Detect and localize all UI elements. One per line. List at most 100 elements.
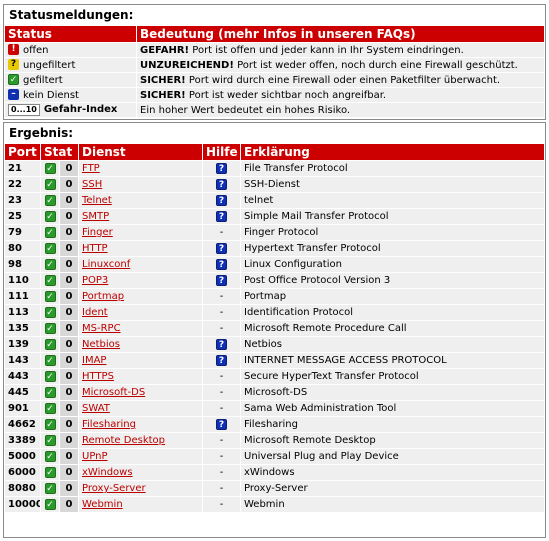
port-number: 443: [5, 369, 40, 384]
status-cell: ✓: [41, 497, 59, 512]
legend-status-label: ungefiltert: [23, 59, 76, 71]
table-row: 901 ✓ 0 SWAT - Sama Web Administration Tool: [5, 401, 544, 416]
status-cell: ✓: [41, 241, 59, 256]
service-link[interactable]: Microsoft-DS: [82, 387, 145, 398]
check-icon: ✓: [44, 194, 56, 206]
check-icon: ✓: [44, 162, 56, 174]
question-icon: ?: [8, 59, 19, 71]
service-link[interactable]: IMAP: [82, 355, 106, 366]
service-link[interactable]: HTTPS: [82, 371, 114, 382]
service-description: Proxy-Server: [241, 481, 544, 496]
status-cell: ✓: [41, 465, 59, 480]
service-link[interactable]: Portmap: [82, 291, 124, 302]
help-cell: -: [203, 433, 240, 448]
danger-index-value: 0: [60, 321, 78, 336]
legend-status-label: offen: [23, 44, 49, 56]
service-cell: Finger: [79, 225, 202, 240]
service-cell: SWAT: [79, 401, 202, 416]
help-icon[interactable]: ?: [216, 194, 227, 206]
service-cell: Ident: [79, 305, 202, 320]
table-row: 80 ✓ 0 HTTP? Hypertext Transfer Protocol: [5, 241, 544, 256]
service-link[interactable]: MS-RPC: [82, 323, 121, 334]
service-link[interactable]: Webmin: [82, 499, 123, 510]
check-icon: ✓: [44, 210, 56, 222]
service-link[interactable]: Linuxconf: [82, 259, 130, 270]
status-cell: ✓: [41, 273, 59, 288]
status-legend-table: Status Bedeutung (mehr Infos in unseren …: [4, 25, 545, 118]
port-number: 80: [5, 241, 40, 256]
help-cell: ?: [203, 241, 240, 256]
legend-verdict: SICHER!: [140, 89, 186, 101]
danger-index-value: 0: [60, 161, 78, 176]
status-panel-title: Statusmeldungen:: [9, 8, 134, 22]
status-cell: ✓: [41, 481, 59, 496]
service-description: Hypertext Transfer Protocol: [241, 241, 544, 256]
service-link[interactable]: Telnet: [82, 195, 112, 206]
no-help-dash: -: [219, 451, 224, 462]
service-link[interactable]: UPnP: [82, 451, 108, 462]
legend-status-cell: ! offen: [5, 43, 136, 57]
help-icon[interactable]: ?: [216, 338, 227, 350]
table-row: 21 ✓ 0 FTP? File Transfer Protocol: [5, 161, 544, 176]
danger-index-value: 0: [60, 449, 78, 464]
port-number: 139: [5, 337, 40, 352]
service-link[interactable]: Finger: [82, 227, 113, 238]
help-icon[interactable]: ?: [216, 354, 227, 366]
help-icon[interactable]: ?: [216, 258, 227, 270]
service-link[interactable]: FTP: [82, 163, 100, 174]
check-icon: ✓: [44, 370, 56, 382]
status-cell: ✓: [41, 321, 59, 336]
port-number: 3389: [5, 433, 40, 448]
service-link[interactable]: SWAT: [82, 403, 110, 414]
help-cell: -: [203, 385, 240, 400]
port-number: 110: [5, 273, 40, 288]
help-icon[interactable]: ?: [216, 418, 227, 430]
help-cell: -: [203, 465, 240, 480]
no-help-dash: -: [219, 387, 224, 398]
legend-verdict: UNZUREICHEND!: [140, 59, 234, 71]
help-icon[interactable]: ?: [216, 210, 227, 222]
service-link[interactable]: Remote Desktop: [82, 435, 165, 446]
service-link[interactable]: Filesharing: [82, 419, 136, 430]
service-description: File Transfer Protocol: [241, 161, 544, 176]
danger-index-value: 0: [60, 257, 78, 272]
danger-index-value: 0: [60, 481, 78, 496]
service-link[interactable]: xWindows: [82, 467, 133, 478]
service-cell: Portmap: [79, 289, 202, 304]
service-link[interactable]: SMTP: [82, 211, 109, 222]
legend-verdict: SICHER!: [140, 74, 186, 86]
table-row: 135 ✓ 0 MS-RPC - Microsoft Remote Procedure C…: [5, 321, 544, 336]
no-help-dash: -: [219, 307, 224, 318]
table-row: 98 ✓ 0 Linuxconf? Linux Configuration: [5, 257, 544, 272]
help-cell: ?: [203, 257, 240, 272]
port-number: 10000: [5, 497, 40, 512]
table-row: 5000 ✓ 0 UPnP - Universal Plug and Play Devic…: [5, 449, 544, 464]
danger-index-value: 0: [60, 241, 78, 256]
service-cell: HTTP: [79, 241, 202, 256]
service-link[interactable]: POP3: [82, 275, 108, 286]
help-icon[interactable]: ?: [216, 178, 227, 190]
help-icon[interactable]: ?: [216, 274, 227, 286]
service-description: Netbios: [241, 337, 544, 352]
help-cell: -: [203, 289, 240, 304]
help-icon[interactable]: ?: [216, 242, 227, 254]
table-row: 4662 ✓ 0 Filesharing? Filesharing: [5, 417, 544, 432]
service-cell: Remote Desktop: [79, 433, 202, 448]
legend-row: ✓ gefiltert SICHER! Port wird durch eine F…: [5, 73, 544, 87]
port-number: 901: [5, 401, 40, 416]
service-link[interactable]: Netbios: [82, 339, 120, 350]
service-cell: SSH: [79, 177, 202, 192]
help-cell: ?: [203, 209, 240, 224]
help-icon[interactable]: ?: [216, 162, 227, 174]
service-link[interactable]: Proxy-Server: [82, 483, 146, 494]
service-link[interactable]: HTTP: [82, 243, 108, 254]
service-description: Identification Protocol: [241, 305, 544, 320]
legend-row: ! offen GEFAHR! Port ist offen und jeder k…: [5, 43, 544, 57]
service-link[interactable]: SSH: [82, 179, 102, 190]
port-number: 113: [5, 305, 40, 320]
check-icon: ✓: [44, 418, 56, 430]
port-number: 25: [5, 209, 40, 224]
service-description: Webmin: [241, 497, 544, 512]
status-cell: ✓: [41, 225, 59, 240]
service-link[interactable]: Ident: [82, 307, 108, 318]
